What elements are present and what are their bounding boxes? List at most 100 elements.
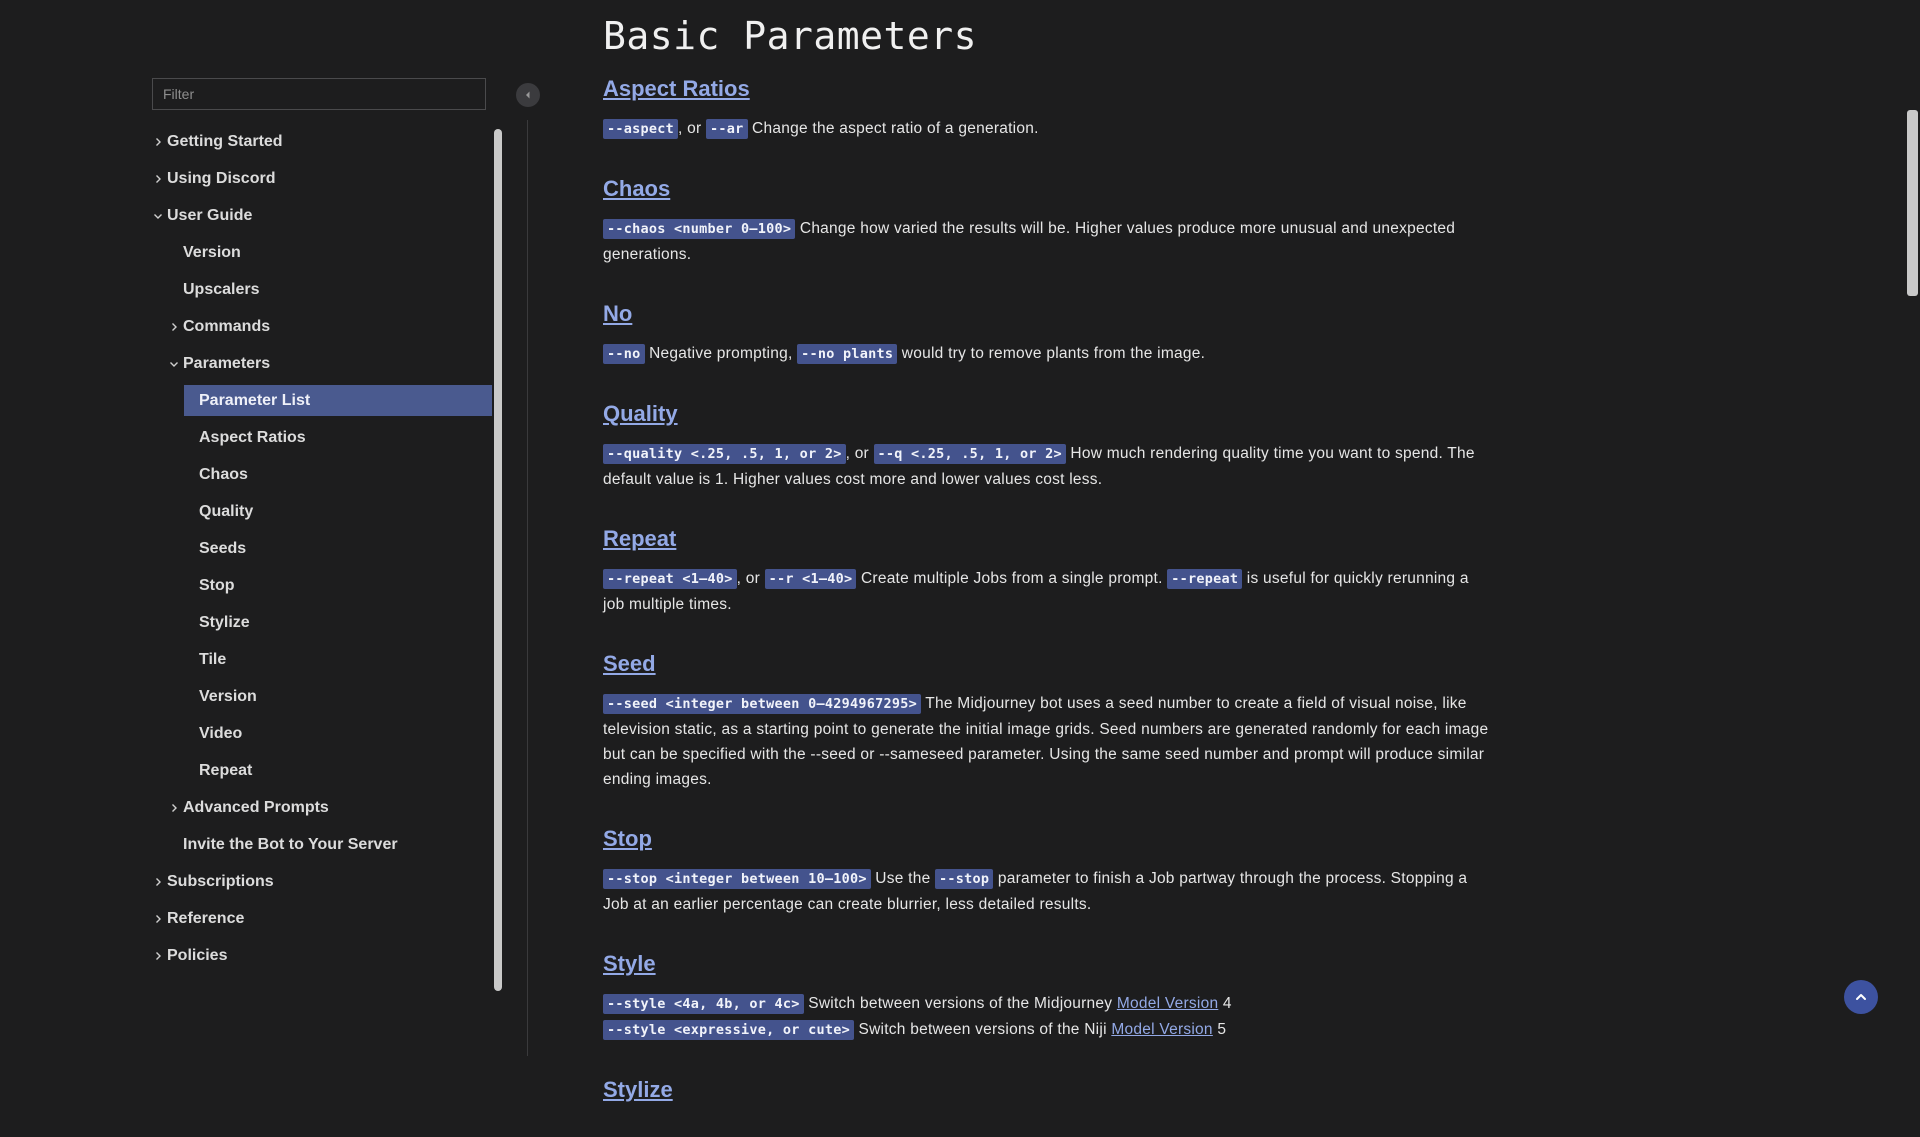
- sidebar-item-reference[interactable]: Reference: [140, 903, 492, 934]
- section-text: --quality <.25, .5, 1, or 2>, or --q <.2…: [603, 441, 1489, 492]
- section-heading: Seed: [603, 651, 1489, 677]
- sidebar-item-label: Stylize: [199, 614, 250, 631]
- section-heading: Quality: [603, 401, 1489, 427]
- text-span: Change the aspect ratio of a generation.: [747, 120, 1039, 137]
- main-content: Basic Parameters Aspect Ratios --aspect,…: [603, 0, 1489, 1137]
- code-snippet: --repeat: [1167, 569, 1243, 589]
- text-span: , or: [736, 570, 765, 587]
- heading-link-stop[interactable]: Stop: [603, 826, 652, 851]
- section-heading: Aspect Ratios: [603, 76, 1489, 102]
- sidebar-item-tile[interactable]: Tile: [140, 644, 492, 675]
- sidebar-item-label: Video: [199, 725, 243, 742]
- text-span: 4: [1218, 995, 1232, 1012]
- chevron-right-icon[interactable]: [169, 311, 183, 342]
- model-version-link[interactable]: Model Version: [1117, 995, 1218, 1012]
- sidebar-item-subscriptions[interactable]: Subscriptions: [140, 866, 492, 897]
- sidebar-item-label: Stop: [199, 577, 235, 594]
- heading-link-style[interactable]: Style: [603, 951, 656, 976]
- sidebar-item-label: Aspect Ratios: [199, 429, 306, 446]
- code-snippet: --stop: [935, 869, 994, 889]
- section-heading: Stop: [603, 826, 1489, 852]
- section-heading: No: [603, 301, 1489, 327]
- sidebar-item-stop[interactable]: Stop: [140, 570, 492, 601]
- sidebar-item-label: Chaos: [199, 466, 248, 483]
- code-snippet: --stop <integer between 10–100>: [603, 869, 871, 889]
- sidebar-item-label: Version: [199, 688, 257, 705]
- sidebar-item-seeds[interactable]: Seeds: [140, 533, 492, 564]
- sidebar-item-label: Quality: [199, 503, 254, 520]
- sidebar-nav: Getting Started Using Discord User Guide Ve…: [140, 126, 492, 977]
- model-version-link[interactable]: Model Version: [1111, 1021, 1212, 1038]
- chevron-up-icon: [1856, 994, 1866, 1000]
- heading-link-stylize[interactable]: Stylize: [603, 1077, 673, 1102]
- sidebar-item-label: Parameters: [183, 355, 271, 372]
- page-scrollbar-thumb[interactable]: [1907, 110, 1918, 296]
- filter-input[interactable]: [152, 78, 486, 110]
- section-style: Style --style <4a, 4b, or 4c> Switch bet…: [603, 951, 1489, 1043]
- sidebar-scrollbar[interactable]: [494, 129, 502, 991]
- heading-link-repeat[interactable]: Repeat: [603, 526, 676, 551]
- text-span: Use the: [870, 870, 935, 887]
- chevron-left-icon: [526, 91, 530, 99]
- sidebar-item-using-discord[interactable]: Using Discord: [140, 163, 492, 194]
- section-heading: Chaos: [603, 176, 1489, 202]
- sidebar-item-stylize[interactable]: Stylize: [140, 607, 492, 638]
- section-text: --aspect, or --ar Change the aspect rati…: [603, 116, 1489, 142]
- sidebar-item-commands[interactable]: Commands: [140, 311, 492, 342]
- sidebar-item-version[interactable]: Version: [140, 237, 492, 268]
- chevron-right-icon[interactable]: [153, 163, 167, 194]
- code-snippet: --no: [603, 344, 645, 364]
- sidebar-item-repeat[interactable]: Repeat: [140, 755, 492, 786]
- text-span: Negative prompting,: [644, 345, 798, 362]
- sidebar-item-user-guide[interactable]: User Guide: [140, 200, 492, 231]
- sidebar-item-label: Version: [183, 244, 241, 261]
- chevron-down-icon[interactable]: [169, 348, 183, 379]
- sidebar-item-label: Parameter List: [199, 392, 311, 409]
- heading-link-no[interactable]: No: [603, 301, 632, 326]
- chevron-right-icon[interactable]: [153, 866, 167, 897]
- sidebar-item-video[interactable]: Video: [140, 718, 492, 749]
- sidebar-item-getting-started[interactable]: Getting Started: [140, 126, 492, 157]
- sidebar-item-label: Subscriptions: [167, 873, 274, 890]
- sidebar-item-advanced-prompts[interactable]: Advanced Prompts: [140, 792, 492, 823]
- section-seed: Seed --seed <integer between 0–429496729…: [603, 651, 1489, 792]
- section-heading: Stylize: [603, 1077, 1489, 1103]
- sidebar-item-label: Upscalers: [183, 281, 260, 298]
- heading-link-seed[interactable]: Seed: [603, 651, 656, 676]
- chevron-right-icon[interactable]: [153, 903, 167, 934]
- collapse-sidebar-button[interactable]: [516, 83, 540, 107]
- sidebar-item-quality[interactable]: Quality: [140, 496, 492, 527]
- code-snippet: --style <4a, 4b, or 4c>: [603, 994, 804, 1014]
- heading-link-chaos[interactable]: Chaos: [603, 176, 670, 201]
- sidebar-item-version[interactable]: Version: [140, 681, 492, 712]
- chevron-down-icon[interactable]: [153, 200, 167, 231]
- chevron-right-icon[interactable]: [153, 126, 167, 157]
- code-snippet: --style <expressive, or cute>: [603, 1020, 854, 1040]
- section-no: No --no Negative prompting, --no plants …: [603, 301, 1489, 367]
- section-stylize: Stylize: [603, 1077, 1489, 1103]
- back-to-top-button[interactable]: [1844, 980, 1878, 1014]
- section-text: --repeat <1–40>, or --r <1–40> Create mu…: [603, 566, 1489, 617]
- code-snippet: --no plants: [797, 344, 898, 364]
- sidebar-item-upscalers[interactable]: Upscalers: [140, 274, 492, 305]
- sidebar-item-chaos[interactable]: Chaos: [140, 459, 492, 490]
- section-text: --seed <integer between 0–4294967295> Th…: [603, 691, 1489, 792]
- sidebar-item-aspect-ratios[interactable]: Aspect Ratios: [140, 422, 492, 453]
- sidebar-item-parameter-list[interactable]: Parameter List: [184, 385, 492, 416]
- text-span: would try to remove plants from the imag…: [897, 345, 1206, 362]
- chevron-right-icon[interactable]: [153, 940, 167, 971]
- section-text: --stop <integer between 10–100> Use the …: [603, 866, 1489, 917]
- sidebar-item-parameters[interactable]: Parameters: [140, 348, 492, 379]
- page-title: Basic Parameters: [603, 14, 978, 58]
- text-span: Switch between versions of the Midjourne…: [803, 995, 1117, 1012]
- code-snippet: --q <.25, .5, 1, or 2>: [873, 444, 1066, 464]
- sidebar-item-invite-the-bot-to-your-server[interactable]: Invite the Bot to Your Server: [140, 829, 492, 860]
- sidebar-item-policies[interactable]: Policies: [140, 940, 492, 971]
- section-aspect-ratios: Aspect Ratios --aspect, or --ar Change t…: [603, 76, 1489, 142]
- heading-link-quality[interactable]: Quality: [603, 401, 678, 426]
- chevron-right-icon[interactable]: [169, 792, 183, 823]
- heading-link-aspect-ratios[interactable]: Aspect Ratios: [603, 76, 750, 101]
- sidebar-item-label: Invite the Bot to Your Server: [183, 836, 398, 853]
- code-snippet: --chaos <number 0–100>: [603, 219, 796, 239]
- section-heading: Style: [603, 951, 1489, 977]
